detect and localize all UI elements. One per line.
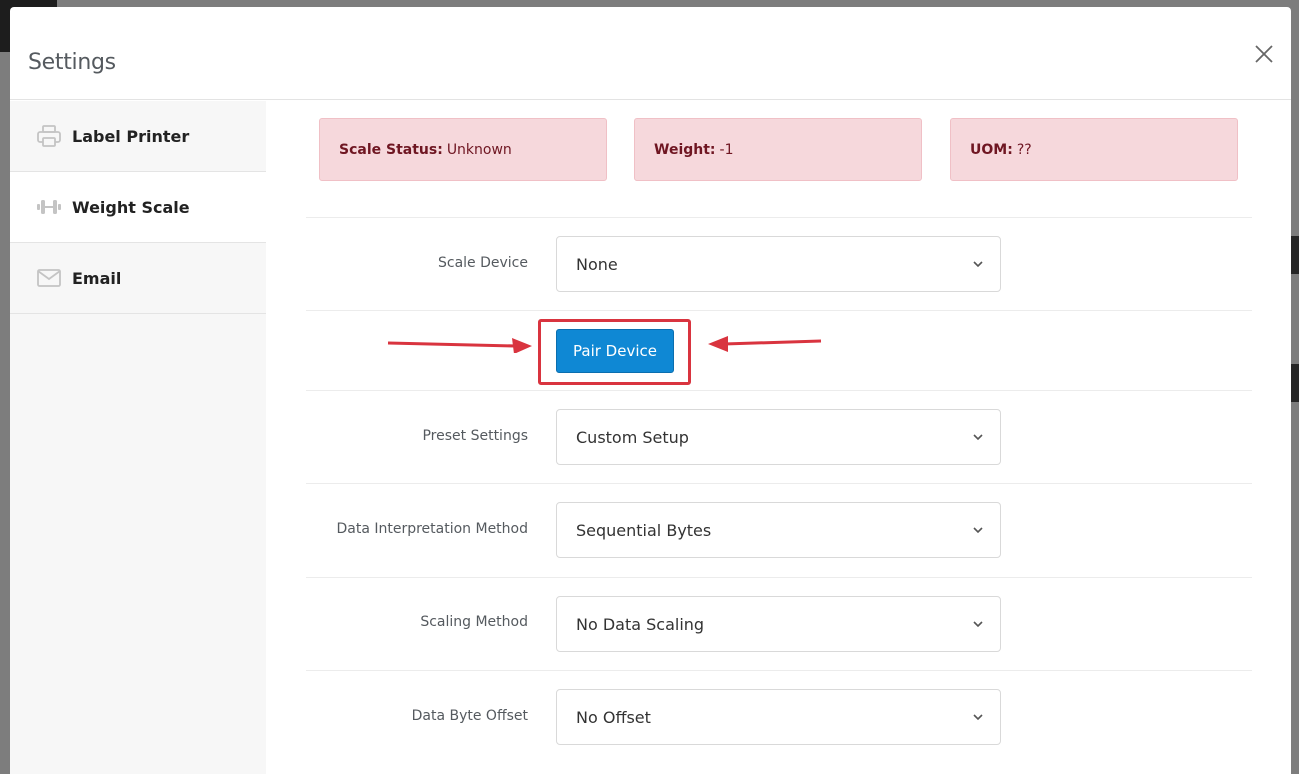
- preset-settings-label: Preset Settings: [422, 428, 528, 444]
- envelope-icon: [37, 266, 61, 290]
- settings-modal: Settings Label Printer Weight Scale Emai…: [10, 7, 1291, 774]
- sidebar-item-label: Label Printer: [72, 126, 190, 146]
- arrow-right-annotation: [387, 338, 532, 353]
- modal-title: Settings: [28, 50, 116, 75]
- sidebar-item-label-printer[interactable]: Label Printer: [10, 101, 266, 172]
- preset-settings-row: Preset Settings Custom Setup: [306, 390, 1252, 483]
- chevron-down-icon: [973, 714, 983, 721]
- weight-label: Weight:: [654, 141, 716, 158]
- weight-alert: Weight: -1: [634, 118, 922, 181]
- scale-device-value: None: [576, 254, 618, 274]
- pair-device-highlight: Pair Device: [538, 319, 691, 385]
- sidebar-item-label: Email: [72, 268, 122, 288]
- data-byte-offset-value: No Offset: [576, 707, 651, 727]
- sidebar-item-label: Weight Scale: [72, 197, 190, 217]
- uom-label: UOM:: [970, 141, 1013, 158]
- scale-device-row: Scale Device None: [306, 217, 1252, 310]
- chevron-down-icon: [973, 621, 983, 628]
- dumbbell-icon: [37, 195, 61, 219]
- data-interpretation-label: Data Interpretation Method: [336, 521, 528, 537]
- weight-value: -1: [719, 141, 734, 158]
- data-interpretation-value: Sequential Bytes: [576, 520, 712, 540]
- uom-value: ??: [1016, 141, 1032, 158]
- uom-alert: UOM: ??: [950, 118, 1238, 181]
- scale-status-label: Scale Status:: [339, 141, 443, 158]
- settings-sidebar: Label Printer Weight Scale Email: [10, 101, 266, 774]
- data-interpretation-select[interactable]: Sequential Bytes: [556, 502, 1001, 558]
- scaling-method-select[interactable]: No Data Scaling: [556, 596, 1001, 652]
- close-icon: [1255, 45, 1273, 63]
- chevron-down-icon: [973, 261, 983, 268]
- weight-scale-panel: Scale Status: Unknown Weight: -1 UOM: ??…: [266, 101, 1291, 774]
- data-interpretation-row: Data Interpretation Method Sequential By…: [306, 483, 1252, 576]
- scale-device-select[interactable]: None: [556, 236, 1001, 292]
- preset-settings-value: Custom Setup: [576, 427, 689, 447]
- scaling-method-label: Scaling Method: [420, 614, 528, 630]
- data-byte-offset-select[interactable]: No Offset: [556, 689, 1001, 745]
- modal-header: Settings: [10, 7, 1291, 100]
- sidebar-item-email[interactable]: Email: [10, 243, 266, 314]
- scale-status-alert: Scale Status: Unknown: [319, 118, 607, 181]
- data-byte-offset-label: Data Byte Offset: [411, 708, 528, 724]
- scale-status-value: Unknown: [446, 141, 512, 158]
- data-byte-offset-row: Data Byte Offset No Offset: [306, 670, 1252, 770]
- printer-icon: [37, 124, 61, 148]
- scaling-method-value: No Data Scaling: [576, 614, 705, 634]
- chevron-down-icon: [973, 527, 983, 534]
- preset-settings-select[interactable]: Custom Setup: [556, 409, 1001, 465]
- arrow-left-annotation: [708, 336, 822, 352]
- scale-device-label: Scale Device: [438, 255, 528, 271]
- pair-device-button[interactable]: Pair Device: [556, 329, 674, 373]
- chevron-down-icon: [973, 434, 983, 441]
- scaling-method-row: Scaling Method No Data Scaling: [306, 577, 1252, 670]
- close-button[interactable]: [1253, 43, 1275, 65]
- sidebar-item-weight-scale[interactable]: Weight Scale: [10, 172, 266, 243]
